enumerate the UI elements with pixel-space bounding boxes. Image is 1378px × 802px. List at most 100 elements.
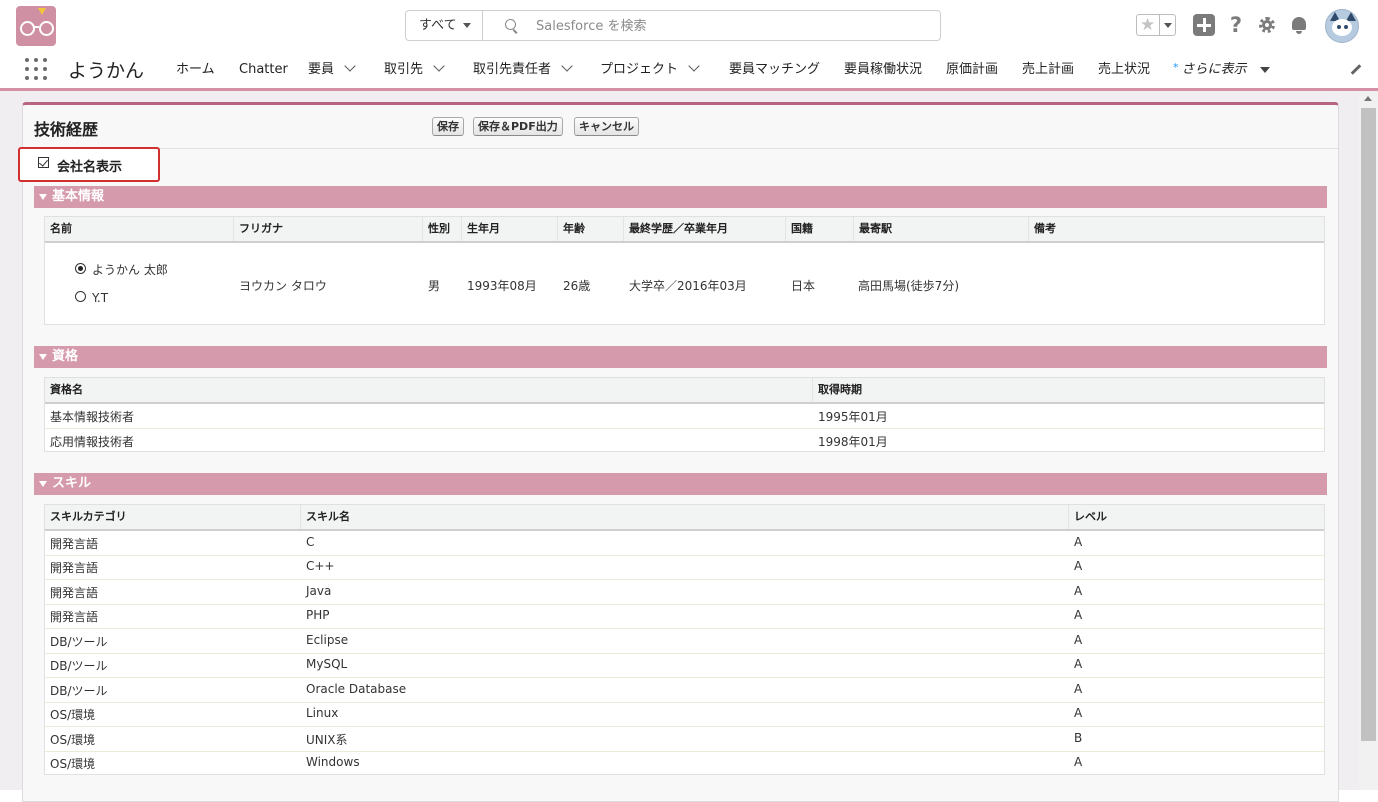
nav-item-staff-utilization[interactable]: 要員稼働状況 [844, 52, 922, 88]
cancel-button[interactable]: キャンセル [574, 117, 639, 136]
table-row: 基本情報技術者 1995年01月 [45, 404, 1324, 429]
skill-category: DB/ツール [50, 684, 108, 698]
save-button[interactable]: 保存 [432, 117, 464, 136]
favorites-dropdown-icon[interactable] [1159, 15, 1176, 35]
skill-category: OS/環境 [50, 757, 96, 771]
column-header: 性別 [423, 217, 462, 241]
nav-item-cost-plan[interactable]: 原価計画 [946, 52, 998, 88]
favorites-button[interactable]: ★ [1136, 14, 1176, 36]
notification-bell-icon[interactable] [1288, 14, 1310, 36]
search-scope-dropdown[interactable]: すべて [406, 11, 483, 40]
nav-item-sales-plan[interactable]: 売上計画 [1022, 52, 1074, 88]
page-title: 技術経歴 [34, 120, 99, 139]
asterisk-icon: * [1173, 61, 1179, 74]
column-header: 備考 [1029, 217, 1324, 241]
table-row: DB/ツール Oracle Database A [45, 678, 1324, 703]
column-header: スキルカテゴリ [45, 505, 301, 529]
waffle-dot [43, 58, 47, 62]
skill-name: MySQL [306, 657, 348, 671]
skill-name: Linux [306, 706, 339, 720]
column-header: 資格名 [45, 378, 813, 402]
nav-item-label: 売上状況 [1098, 62, 1151, 77]
chevron-down-icon[interactable] [688, 60, 700, 72]
skill-level: A [1074, 535, 1083, 549]
nav-item-contacts[interactable]: 取引先責任者 [473, 52, 573, 88]
chevron-down-icon[interactable] [433, 60, 445, 72]
waffle-dot [34, 67, 38, 71]
furigana-value: ヨウカン タロウ [239, 279, 327, 293]
company-name-checkbox-label: 会社名表示 [57, 160, 123, 175]
basic-info-table: 名前 フリガナ 性別 生年月 年齢 最終学歴／卒業年月 国籍 最寄駅 備考 よう… [44, 216, 1325, 325]
nav-item-accounts[interactable]: 取引先 [384, 52, 445, 88]
nav-item-more[interactable]: * さらに表示 [1173, 52, 1270, 88]
gear-icon[interactable] [1256, 14, 1278, 36]
qualifications-table: 資格名 取得時期 基本情報技術者 1995年01月 応用情報技術者 1998年0… [44, 377, 1325, 452]
section-header-basic[interactable]: 基本情報 [34, 186, 1327, 208]
card-header: 技術経歴 保存 保存＆PDF出力 キャンセル [23, 105, 1338, 149]
nav-item-staff-matching[interactable]: 要員マッチング [729, 52, 820, 88]
section-header-qualifications[interactable]: 資格 [34, 346, 1327, 368]
search-input[interactable] [534, 14, 928, 38]
waffle-dot [34, 76, 38, 80]
nav-item-staff[interactable]: 要員 [308, 52, 356, 88]
skill-level: A [1074, 559, 1083, 573]
page-scrollbar[interactable] [1359, 91, 1378, 790]
column-header: 最寄駅 [854, 217, 1029, 241]
company-name-checkbox[interactable] [38, 157, 49, 168]
app-launcher-icon[interactable] [25, 58, 47, 80]
avatar-eye [1344, 25, 1348, 29]
chevron-down-icon[interactable] [561, 60, 573, 72]
column-header: 生年月 [462, 217, 558, 241]
app-logo[interactable] [16, 6, 56, 46]
skill-category: OS/環境 [50, 733, 96, 747]
app-navigation-bar: ようかん ホーム Chatter 要員 取引先 取引先責任者 プロジェクト 要員… [0, 52, 1378, 91]
skill-category: OS/環境 [50, 708, 96, 722]
qualification-date: 1998年01月 [818, 435, 888, 449]
name-radio-full[interactable] [75, 263, 86, 274]
gender-value: 男 [428, 279, 441, 293]
skill-category: 開発言語 [50, 586, 99, 600]
skill-name: UNIX系 [306, 733, 348, 747]
birth-value: 1993年08月 [467, 279, 537, 293]
skill-category: 開発言語 [50, 561, 99, 575]
nav-item-projects[interactable]: プロジェクト [600, 52, 700, 88]
nav-item-home[interactable]: ホーム [176, 52, 215, 88]
name-radio-initials[interactable] [75, 291, 86, 302]
education-value: 大学卒／2016年03月 [629, 279, 747, 293]
nav-item-chatter[interactable]: Chatter [239, 52, 288, 88]
nav-item-sales-status[interactable]: 売上状況 [1098, 52, 1150, 88]
section-header-skills[interactable]: スキル [34, 473, 1327, 495]
edit-nav-pencil-icon[interactable] [1348, 63, 1360, 75]
name-option-label: Y.T [92, 291, 109, 305]
nav-item-label: 要員 [308, 62, 335, 77]
skill-level: A [1074, 633, 1083, 647]
qualification-name: 応用情報技術者 [50, 435, 135, 449]
nav-item-label: 取引先 [384, 62, 424, 77]
star-icon: ★ [1140, 15, 1156, 35]
user-avatar[interactable] [1325, 9, 1359, 43]
scrollbar-thumb[interactable] [1361, 108, 1376, 741]
table-row: DB/ツール Eclipse A [45, 629, 1324, 654]
nationality-value: 日本 [791, 279, 816, 293]
global-actions-plus-icon[interactable] [1193, 14, 1215, 36]
save-pdf-button[interactable]: 保存＆PDF出力 [473, 117, 563, 136]
waffle-dot [34, 58, 38, 62]
skill-level: A [1074, 584, 1083, 598]
nav-item-label: 取引先責任者 [473, 62, 552, 77]
chevron-down-icon[interactable] [344, 60, 356, 72]
skill-name: C [306, 535, 315, 549]
nav-more-label: さらに表示 [1181, 62, 1247, 77]
company-name-toggle[interactable]: 会社名表示 [18, 147, 160, 182]
skills-table: スキルカテゴリ スキル名 レベル 開発言語 C A 開発言語 C++ A 開発言… [44, 504, 1325, 775]
nav-item-label: 要員稼働状況 [844, 62, 923, 77]
waffle-dot [25, 67, 29, 71]
table-row: OS/環境 Windows A [45, 751, 1324, 774]
table-row: 開発言語 PHP A [45, 604, 1324, 629]
help-icon[interactable]: ? [1225, 14, 1247, 36]
skill-name: Oracle Database [306, 682, 407, 696]
bell-body [1292, 17, 1306, 30]
skill-name: C++ [306, 559, 335, 573]
nav-item-label: ホーム [176, 62, 215, 77]
scroll-up-arrow-icon[interactable] [1364, 96, 1372, 101]
skill-name: Java [306, 584, 332, 598]
